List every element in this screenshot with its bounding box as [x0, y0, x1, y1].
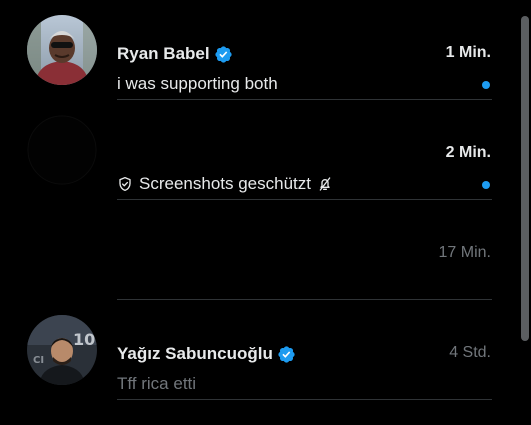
timestamp: 4 Std.	[449, 344, 491, 361]
verified-badge-icon	[278, 345, 295, 363]
avatar[interactable]	[27, 115, 97, 185]
message-preview-text: i was supporting both	[117, 74, 278, 93]
message-preview: Tff rica etti	[117, 374, 196, 394]
avatar-photo: 10 CI	[27, 315, 97, 385]
bell-off-icon	[319, 177, 331, 191]
scrollbar[interactable]	[521, 16, 529, 341]
shield-icon	[119, 177, 131, 191]
conversation-list: Ryan Babel 1 Min. i was supporting both …	[0, 0, 531, 425]
timestamp: 17 Min.	[438, 244, 491, 261]
verified-badge-icon	[214, 45, 232, 63]
timestamp: 1 Min.	[445, 44, 491, 61]
svg-text:10: 10	[73, 330, 95, 349]
divider	[117, 399, 492, 400]
conversation-row-protected[interactable]: 2 Min. Screenshots geschützt	[0, 100, 512, 200]
message-preview-text: Tff rica etti	[117, 374, 197, 393]
unread-dot	[482, 81, 490, 89]
conversation-row-empty[interactable]: 17 Min.	[0, 200, 512, 300]
unread-dot	[482, 181, 490, 189]
contact-name: Yağız Sabuncuoğlu	[117, 344, 273, 363]
svg-text:CI: CI	[33, 355, 44, 366]
message-preview: i was supporting both	[117, 74, 278, 94]
avatar-photo	[27, 115, 97, 185]
message-preview-text: Screenshots geschützt	[139, 174, 311, 193]
message-preview: Screenshots geschützt	[117, 174, 333, 194]
conversation-row-ryan-babel[interactable]: Ryan Babel 1 Min. i was supporting both	[0, 0, 512, 100]
contact-name: Ryan Babel	[117, 44, 210, 63]
conversation-row-yagiz-sabuncuoglu[interactable]: 10 CI Yağız Sabuncuoğlu 4 Std. Tff rica …	[0, 300, 512, 400]
name-line: Ryan Babel	[117, 43, 233, 65]
name-line: Yağız Sabuncuoğlu	[117, 343, 296, 365]
timestamp: 2 Min.	[445, 144, 491, 161]
avatar-photo	[27, 15, 97, 85]
avatar[interactable]	[27, 15, 97, 85]
avatar[interactable]: 10 CI	[27, 315, 97, 385]
